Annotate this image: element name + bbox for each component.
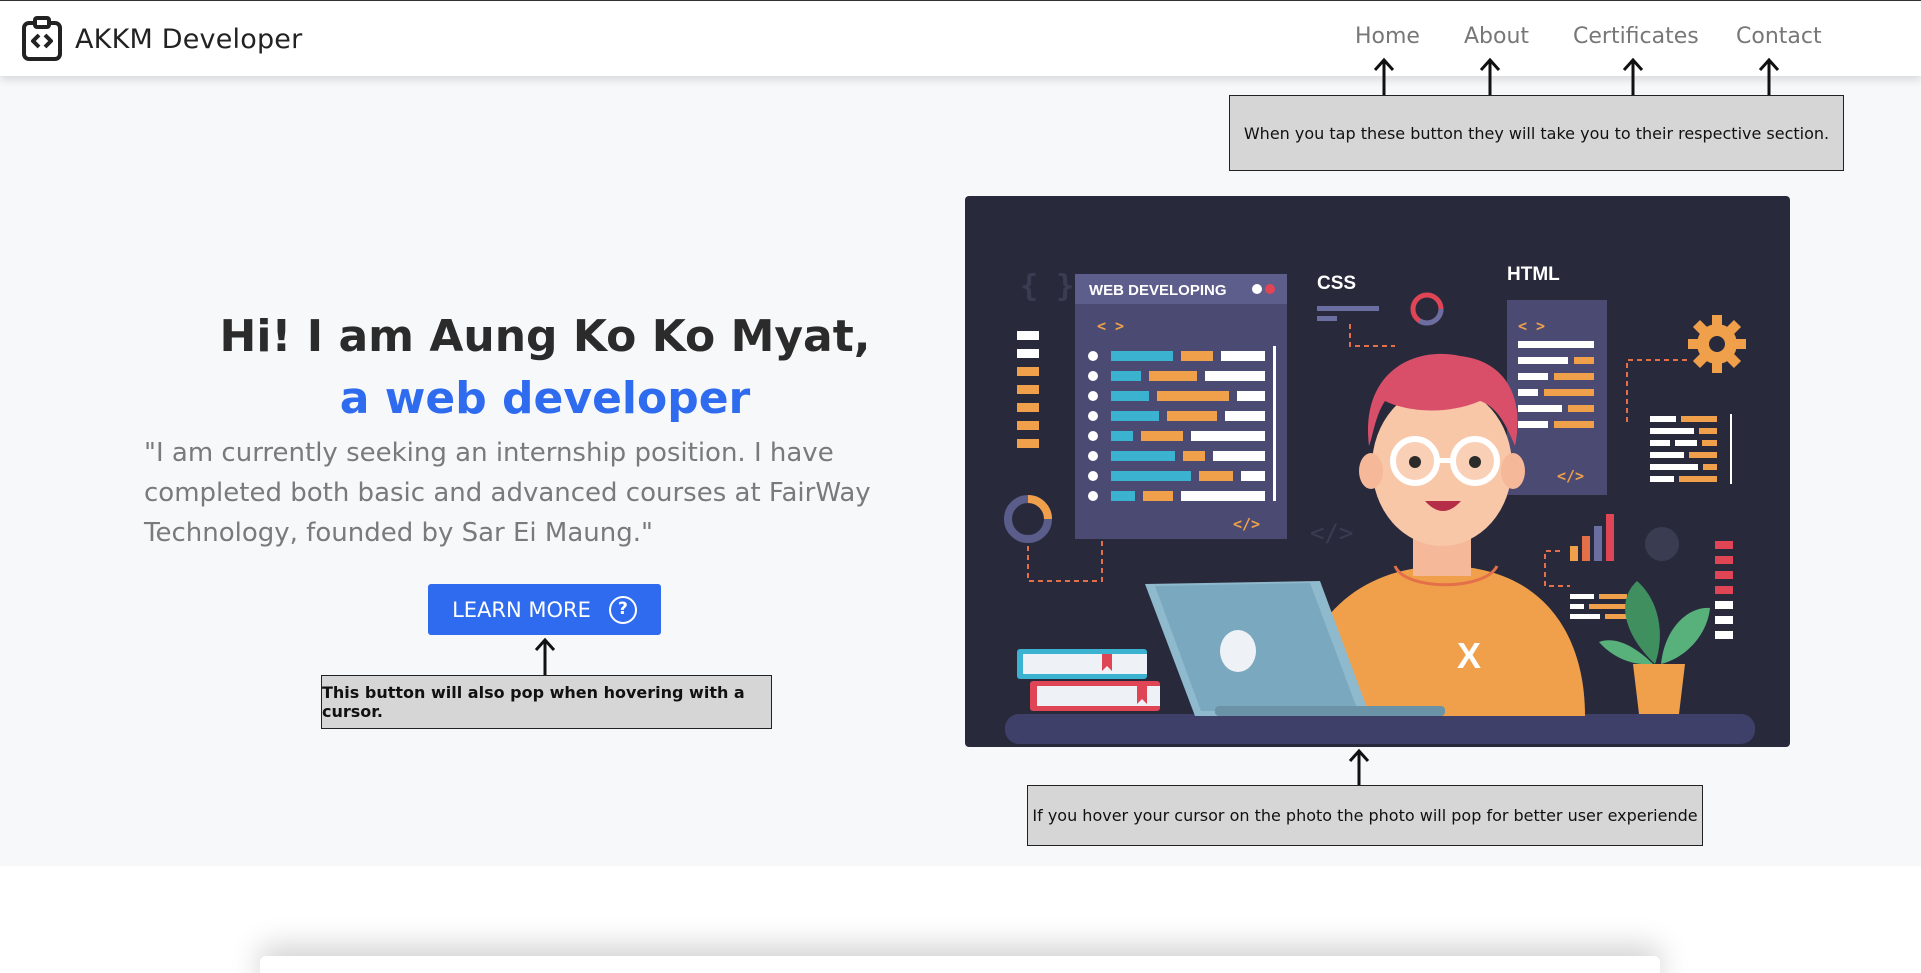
books-decor xyxy=(1017,649,1160,711)
css-label: CSS xyxy=(1317,273,1356,294)
right-code-lines xyxy=(1650,414,1732,484)
question-circle-icon: ? xyxy=(608,595,637,624)
panel-close-tag: </> xyxy=(1233,515,1260,533)
svg-text:< >: < > xyxy=(1518,317,1545,335)
hero-role: a web developer xyxy=(339,373,751,424)
bar-chart-decor xyxy=(1570,514,1614,561)
html-label: HTML xyxy=(1507,264,1560,285)
nav-home-arrow xyxy=(1373,57,1395,97)
desk xyxy=(1005,714,1755,744)
hero-illustration[interactable]: { } </> WEB DEVELOPING < > </> CSS HTML … xyxy=(965,196,1790,747)
page: AKKM Developer Home About Certificates C… xyxy=(0,0,1921,973)
photo-arrow xyxy=(1348,748,1370,786)
hero-heading: Hi! I am Aung Ko Ko Myat, a web develope… xyxy=(140,306,950,430)
right-bars xyxy=(1715,541,1733,639)
nav-about-arrow xyxy=(1479,57,1501,97)
svg-text:</>: </> xyxy=(1557,467,1584,485)
next-section-card xyxy=(260,956,1660,973)
donut-chart-decor xyxy=(1004,495,1052,543)
nav-links: Home About Certificates Contact xyxy=(0,24,1921,54)
bg-tag-glyph: </> xyxy=(1310,519,1353,547)
nav-contact-arrow xyxy=(1758,57,1780,97)
web-developing-panel: WEB DEVELOPING < > </> xyxy=(1075,274,1287,539)
nav-about[interactable]: About xyxy=(1464,24,1529,49)
left-bars xyxy=(1017,331,1039,448)
nav-certificates-arrow xyxy=(1622,57,1644,97)
developer-illustration: { } </> WEB DEVELOPING < > </> CSS HTML … xyxy=(1004,264,1755,744)
button-annotation: This button will also pop when hovering … xyxy=(321,675,772,729)
learn-more-button[interactable]: LEARN MORE ? xyxy=(428,584,661,635)
nav-annotation: When you tap these button they will take… xyxy=(1229,95,1844,171)
plant-decor xyxy=(1599,581,1710,714)
nav-home[interactable]: Home xyxy=(1355,24,1420,49)
small-code-lines xyxy=(1570,594,1627,619)
nav-certificates[interactable]: Certificates xyxy=(1573,24,1699,49)
nav-contact[interactable]: Contact xyxy=(1736,24,1822,49)
hero-greeting: Hi! I am Aung Ko Ko Myat, xyxy=(219,311,871,362)
shirt-letter: X xyxy=(1457,635,1481,676)
panel-open-tag: < > xyxy=(1097,317,1124,335)
button-arrow xyxy=(534,637,556,675)
panel-title: WEB DEVELOPING xyxy=(1089,282,1227,299)
gear-icon xyxy=(1688,315,1746,373)
learn-more-label: LEARN MORE xyxy=(452,597,591,622)
hero-quote: "I am currently seeking an internship po… xyxy=(144,438,871,548)
bg-brace-glyph: { } xyxy=(1020,269,1074,304)
photo-annotation: If you hover your cursor on the photo th… xyxy=(1027,785,1703,846)
